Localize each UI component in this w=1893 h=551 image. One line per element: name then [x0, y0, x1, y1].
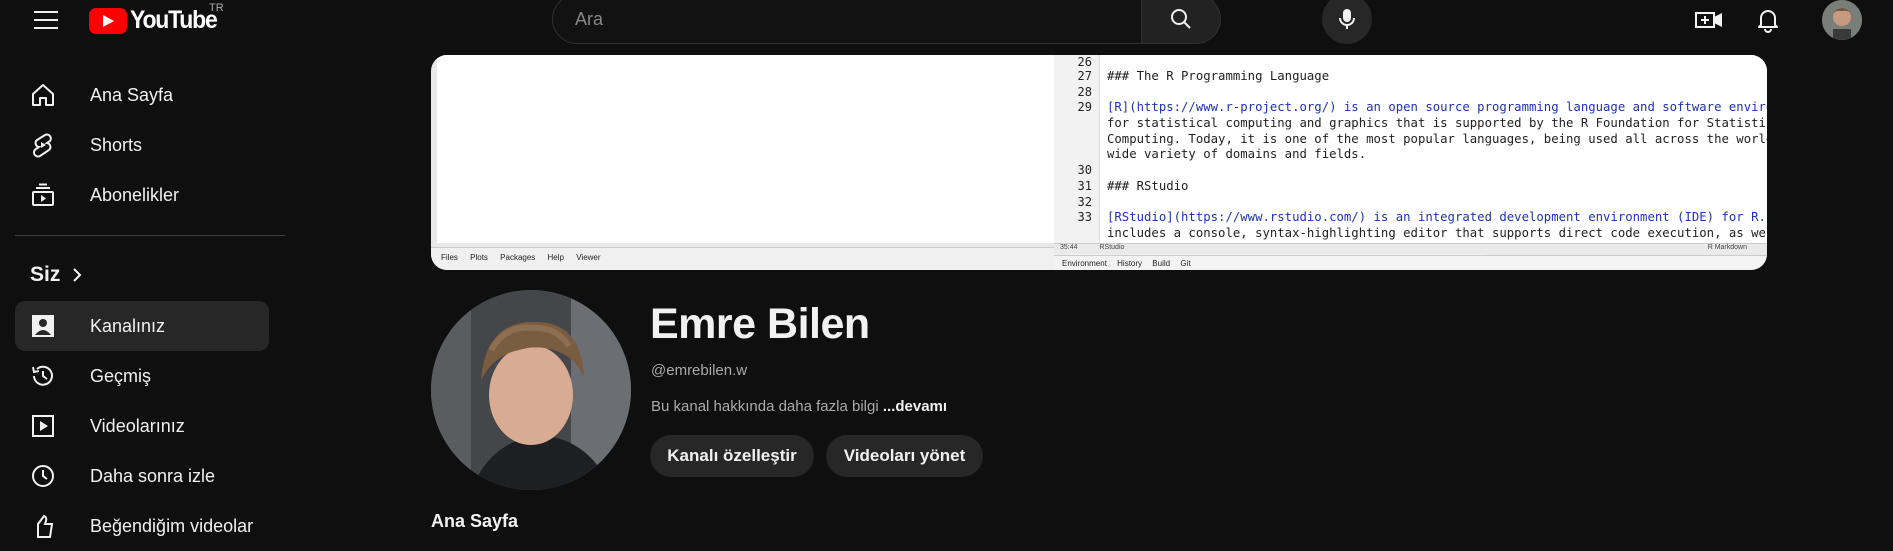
pane-tab: Viewer [576, 253, 601, 262]
editor-status-bar: 35:44 RStudio R Markdown [1054, 243, 1767, 254]
env-tab: Git [1180, 259, 1191, 268]
line-number: 32 [1077, 195, 1092, 209]
shorts-icon [29, 131, 57, 159]
home-icon [29, 81, 57, 109]
sidebar-item-home[interactable]: Ana Sayfa [15, 70, 269, 120]
line-number: 28 [1077, 85, 1092, 99]
line-number: 29 [1077, 100, 1092, 114]
search-button[interactable] [1142, 0, 1221, 44]
line-number: 31 [1077, 179, 1092, 193]
line-number: 30 [1077, 163, 1092, 177]
channel-description[interactable]: Bu kanal hakkında daha fazla bilgi ...de… [651, 398, 947, 415]
your-channel-icon [29, 312, 57, 340]
notifications-button[interactable] [1750, 4, 1786, 36]
code-line: Computing. Today, it is one of the most … [1107, 132, 1767, 146]
code-line: includes a console, syntax-highlighting … [1107, 226, 1767, 240]
you-section-header[interactable]: Siz [30, 263, 82, 287]
sidebar-item-label: Geçmiş [90, 365, 152, 386]
channel-avatar[interactable] [431, 290, 631, 490]
logo-text: YouTube [130, 6, 218, 34]
more-link[interactable]: ...devamı [883, 398, 947, 415]
search-bar [552, 0, 1221, 44]
customize-channel-button[interactable]: Kanalı özelleştir [650, 435, 814, 477]
pane-tab: Help [547, 253, 564, 262]
sidebar-item-label: Shorts [90, 134, 143, 155]
env-tab: Environment [1062, 259, 1107, 268]
country-code: TR [209, 2, 224, 14]
channel-handle: @emrebilen.w [651, 362, 748, 379]
create-button[interactable] [1691, 4, 1727, 36]
channel-name: Emre Bilen [650, 300, 870, 348]
play-logo-icon [89, 7, 127, 34]
top-bar: YouTube TR [0, 0, 1893, 44]
sidebar-item-label: Kanalınız [90, 315, 166, 336]
env-tab: Build [1152, 259, 1171, 268]
search-icon [1171, 9, 1191, 29]
banner-environment-tabs: Environment History Build Git [1054, 255, 1767, 270]
search-input[interactable] [573, 7, 1141, 31]
your-videos-icon [29, 412, 57, 440]
microphone-icon [1339, 9, 1355, 29]
code-line: ### RStudio [1107, 179, 1189, 193]
line-number: 26 [1077, 55, 1092, 69]
voice-search-button[interactable] [1322, 0, 1372, 44]
sidebar-item-subscriptions[interactable]: Abonelikler [15, 170, 269, 220]
sidebar-item-your-videos[interactable]: Videolarınız [15, 401, 269, 451]
code-line: [R](https://www.r-project.org/) is an op… [1107, 100, 1767, 114]
sidebar-item-liked-videos[interactable]: Beğendiğim videolar [15, 501, 269, 551]
scope-indicator: RStudio [1099, 244, 1125, 251]
cursor-position: 35:44 [1060, 244, 1078, 251]
youtube-logo[interactable]: YouTube TR [89, 2, 224, 35]
search-box [552, 0, 1142, 44]
pane-tab: Packages [500, 253, 536, 262]
code-line: wide variety of domains and fields. [1107, 147, 1367, 161]
sidebar-item-your-channel[interactable]: Kanalınız [15, 301, 269, 351]
manage-videos-button[interactable]: Videoları yönet [826, 435, 983, 477]
account-avatar[interactable] [1822, 0, 1862, 40]
subscriptions-icon [29, 181, 57, 209]
sidebar-item-label: Videolarınız [90, 415, 185, 436]
chevron-right-icon [73, 268, 82, 282]
tab-home[interactable]: Ana Sayfa [431, 511, 518, 532]
sidebar-item-label: Beğendiğim videolar [90, 515, 254, 536]
watch-later-icon [29, 462, 57, 490]
description-text: Bu kanal hakkında daha fazla bilgi [651, 398, 879, 415]
sidebar-item-watch-later[interactable]: Daha sonra izle [15, 451, 269, 501]
sidebar-item-label: Abonelikler [90, 184, 180, 205]
menu-icon[interactable] [30, 6, 62, 34]
sidebar-item-label: Daha sonra izle [90, 465, 216, 486]
code-line: ### The R Programming Language [1107, 69, 1330, 83]
line-number: 27 [1077, 69, 1092, 83]
banner-code-editor: 26 27 28 29 30 31 32 33 ### The R Progra… [1054, 55, 1767, 243]
code-line: for statistical computing and graphics t… [1107, 116, 1767, 130]
history-icon [29, 362, 57, 390]
section-title: Siz [30, 263, 61, 286]
code-line: [RStudio](https://www.rstudio.com/) is a… [1107, 210, 1767, 224]
file-mode: R Markdown [1707, 244, 1747, 251]
liked-videos-icon [29, 512, 57, 540]
create-video-icon [1695, 12, 1722, 28]
sidebar-item-label: Ana Sayfa [90, 84, 174, 105]
env-tab: History [1117, 259, 1143, 268]
sidebar-divider [15, 235, 285, 236]
line-number: 33 [1077, 210, 1092, 224]
pane-tab: Files [441, 253, 458, 262]
pane-tab: Plots [470, 253, 488, 262]
sidebar-item-shorts[interactable]: Shorts [15, 120, 269, 170]
bell-icon [1758, 10, 1778, 33]
channel-banner: Files Plots Packages Help Viewer 26 27 2… [431, 55, 1767, 270]
sidebar-item-history[interactable]: Geçmiş [15, 351, 269, 401]
